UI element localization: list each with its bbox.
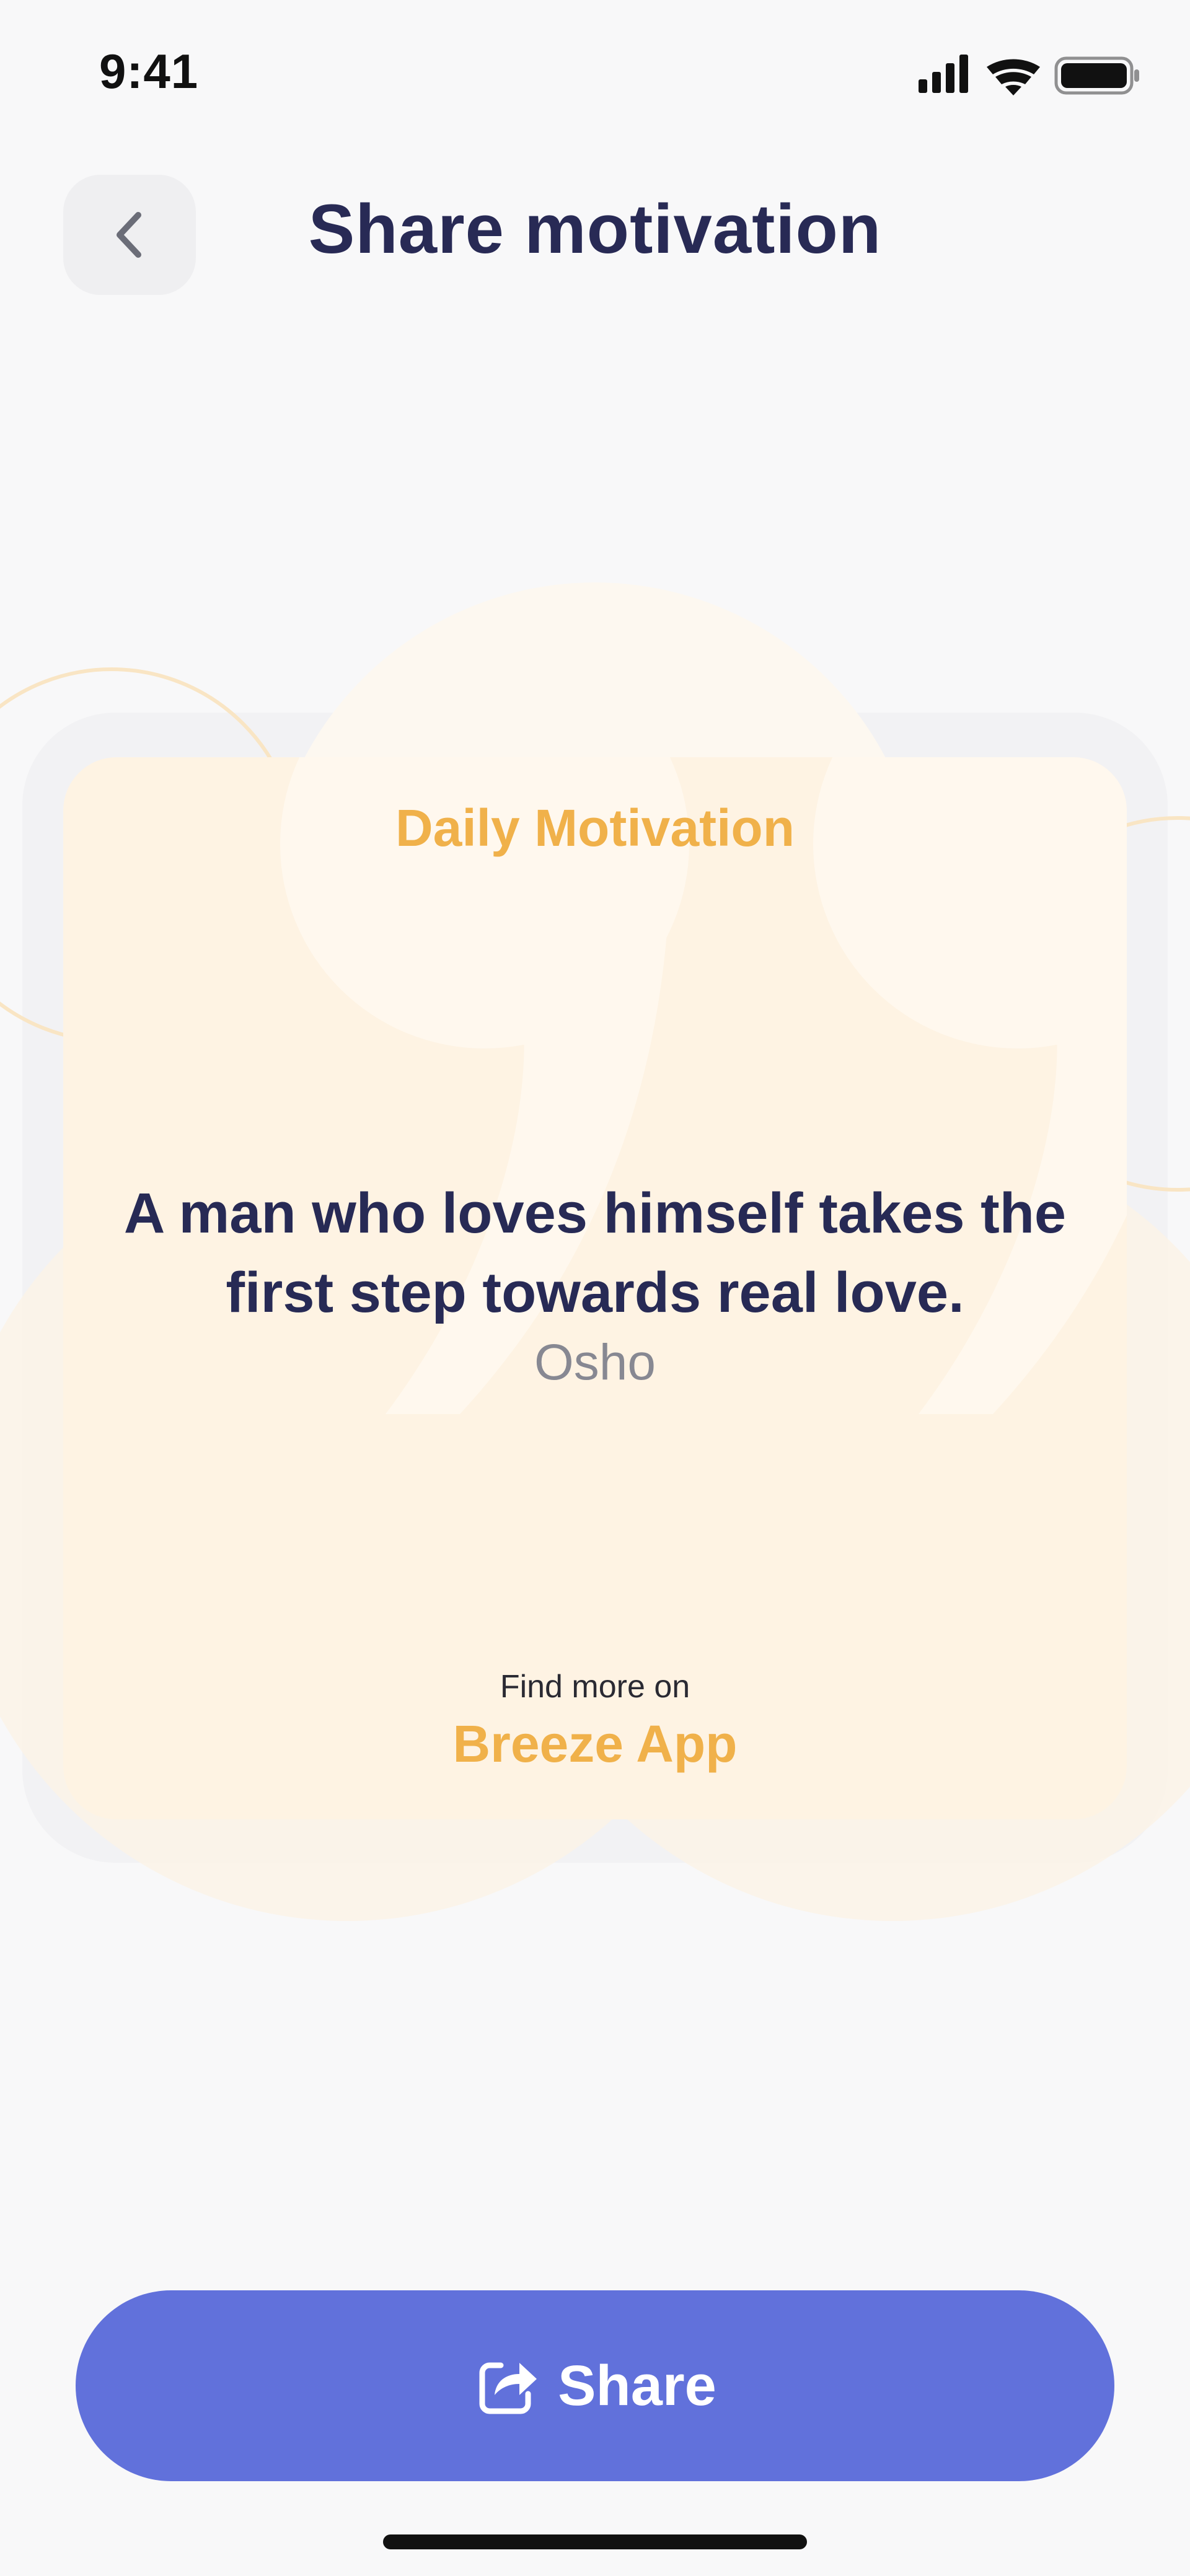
brand-name: Breeze App [452,1715,738,1773]
status-icons [919,48,1142,98]
battery-icon [1054,56,1139,95]
cellular-signal-icon [919,55,968,93]
motivation-card: Daily Motivation A man who loves himself… [63,757,1127,1819]
page-title: Share motivation [308,190,882,268]
home-indicator [383,2534,807,2549]
share-icon [474,2352,542,2420]
status-bar: 9:41 [0,0,1190,149]
quote-text: A man who loves himself takes the first … [123,1182,1067,1324]
share-button[interactable]: Share [76,2290,1114,2481]
card-label: Daily Motivation [395,799,795,857]
wifi-icon [987,59,1040,95]
quote-author: Osho [534,1334,656,1391]
status-time: 9:41 [99,44,199,99]
share-label: Share [558,2354,716,2417]
share-motivation-screen: 9:41 Share motivation Daily Motivation A… [0,0,1190,2576]
find-more-text: Find more on [500,1669,690,1705]
